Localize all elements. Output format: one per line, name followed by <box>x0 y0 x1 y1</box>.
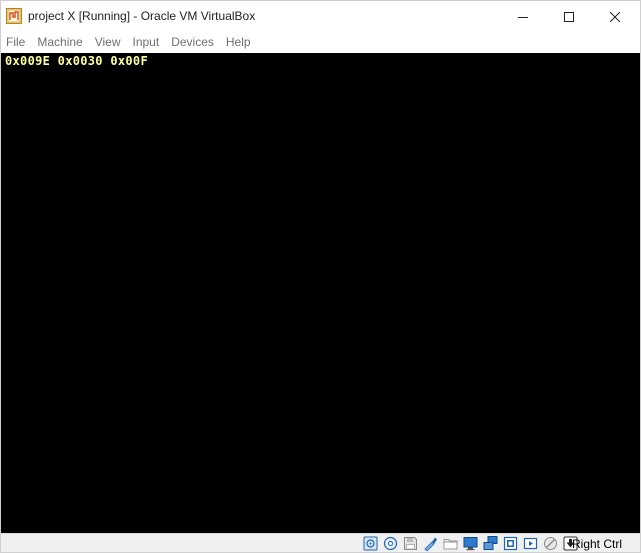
console-output: 0x009E 0x0030 0x00F <box>5 54 148 68</box>
usb-icon[interactable] <box>502 535 519 552</box>
maximize-button[interactable] <box>546 1 592 32</box>
floppy-drive-icon[interactable] <box>402 535 419 552</box>
title-bar[interactable]: project X [Running] - Oracle VM VirtualB… <box>1 1 640 32</box>
virtualbox-app-icon[interactable] <box>6 8 22 24</box>
maximize-icon <box>564 11 574 22</box>
guest-display[interactable]: 0x009E 0x0030 0x00F <box>1 53 640 533</box>
menu-bar: File Machine View Input Devices Help <box>1 32 640 52</box>
shared-folders-icon[interactable] <box>442 535 459 552</box>
minimize-button[interactable] <box>500 1 546 32</box>
close-icon <box>610 11 620 22</box>
recording-icon[interactable] <box>522 535 539 552</box>
minimize-icon <box>518 16 528 18</box>
menu-view[interactable]: View <box>89 32 127 52</box>
optical-drive-icon[interactable] <box>382 535 399 552</box>
menu-devices[interactable]: Devices <box>165 32 220 52</box>
virtualbox-window: project X [Running] - Oracle VM VirtualB… <box>0 0 641 553</box>
menu-machine[interactable]: Machine <box>31 32 88 52</box>
menu-help[interactable]: Help <box>220 32 257 52</box>
window-title: project X [Running] - Oracle VM VirtualB… <box>28 9 256 23</box>
audio-icon[interactable] <box>422 535 439 552</box>
host-key-label: Right Ctrl <box>572 537 623 551</box>
menu-input[interactable]: Input <box>127 32 166 52</box>
menu-file[interactable]: File <box>1 32 31 52</box>
cpu-icon[interactable] <box>542 535 559 552</box>
status-bar: Right Ctrl <box>1 533 640 552</box>
hard-disk-icon[interactable] <box>362 535 379 552</box>
close-button[interactable] <box>592 1 638 32</box>
display-icon[interactable] <box>462 535 479 552</box>
device-indicators <box>362 535 582 552</box>
network-icon[interactable] <box>482 535 499 552</box>
